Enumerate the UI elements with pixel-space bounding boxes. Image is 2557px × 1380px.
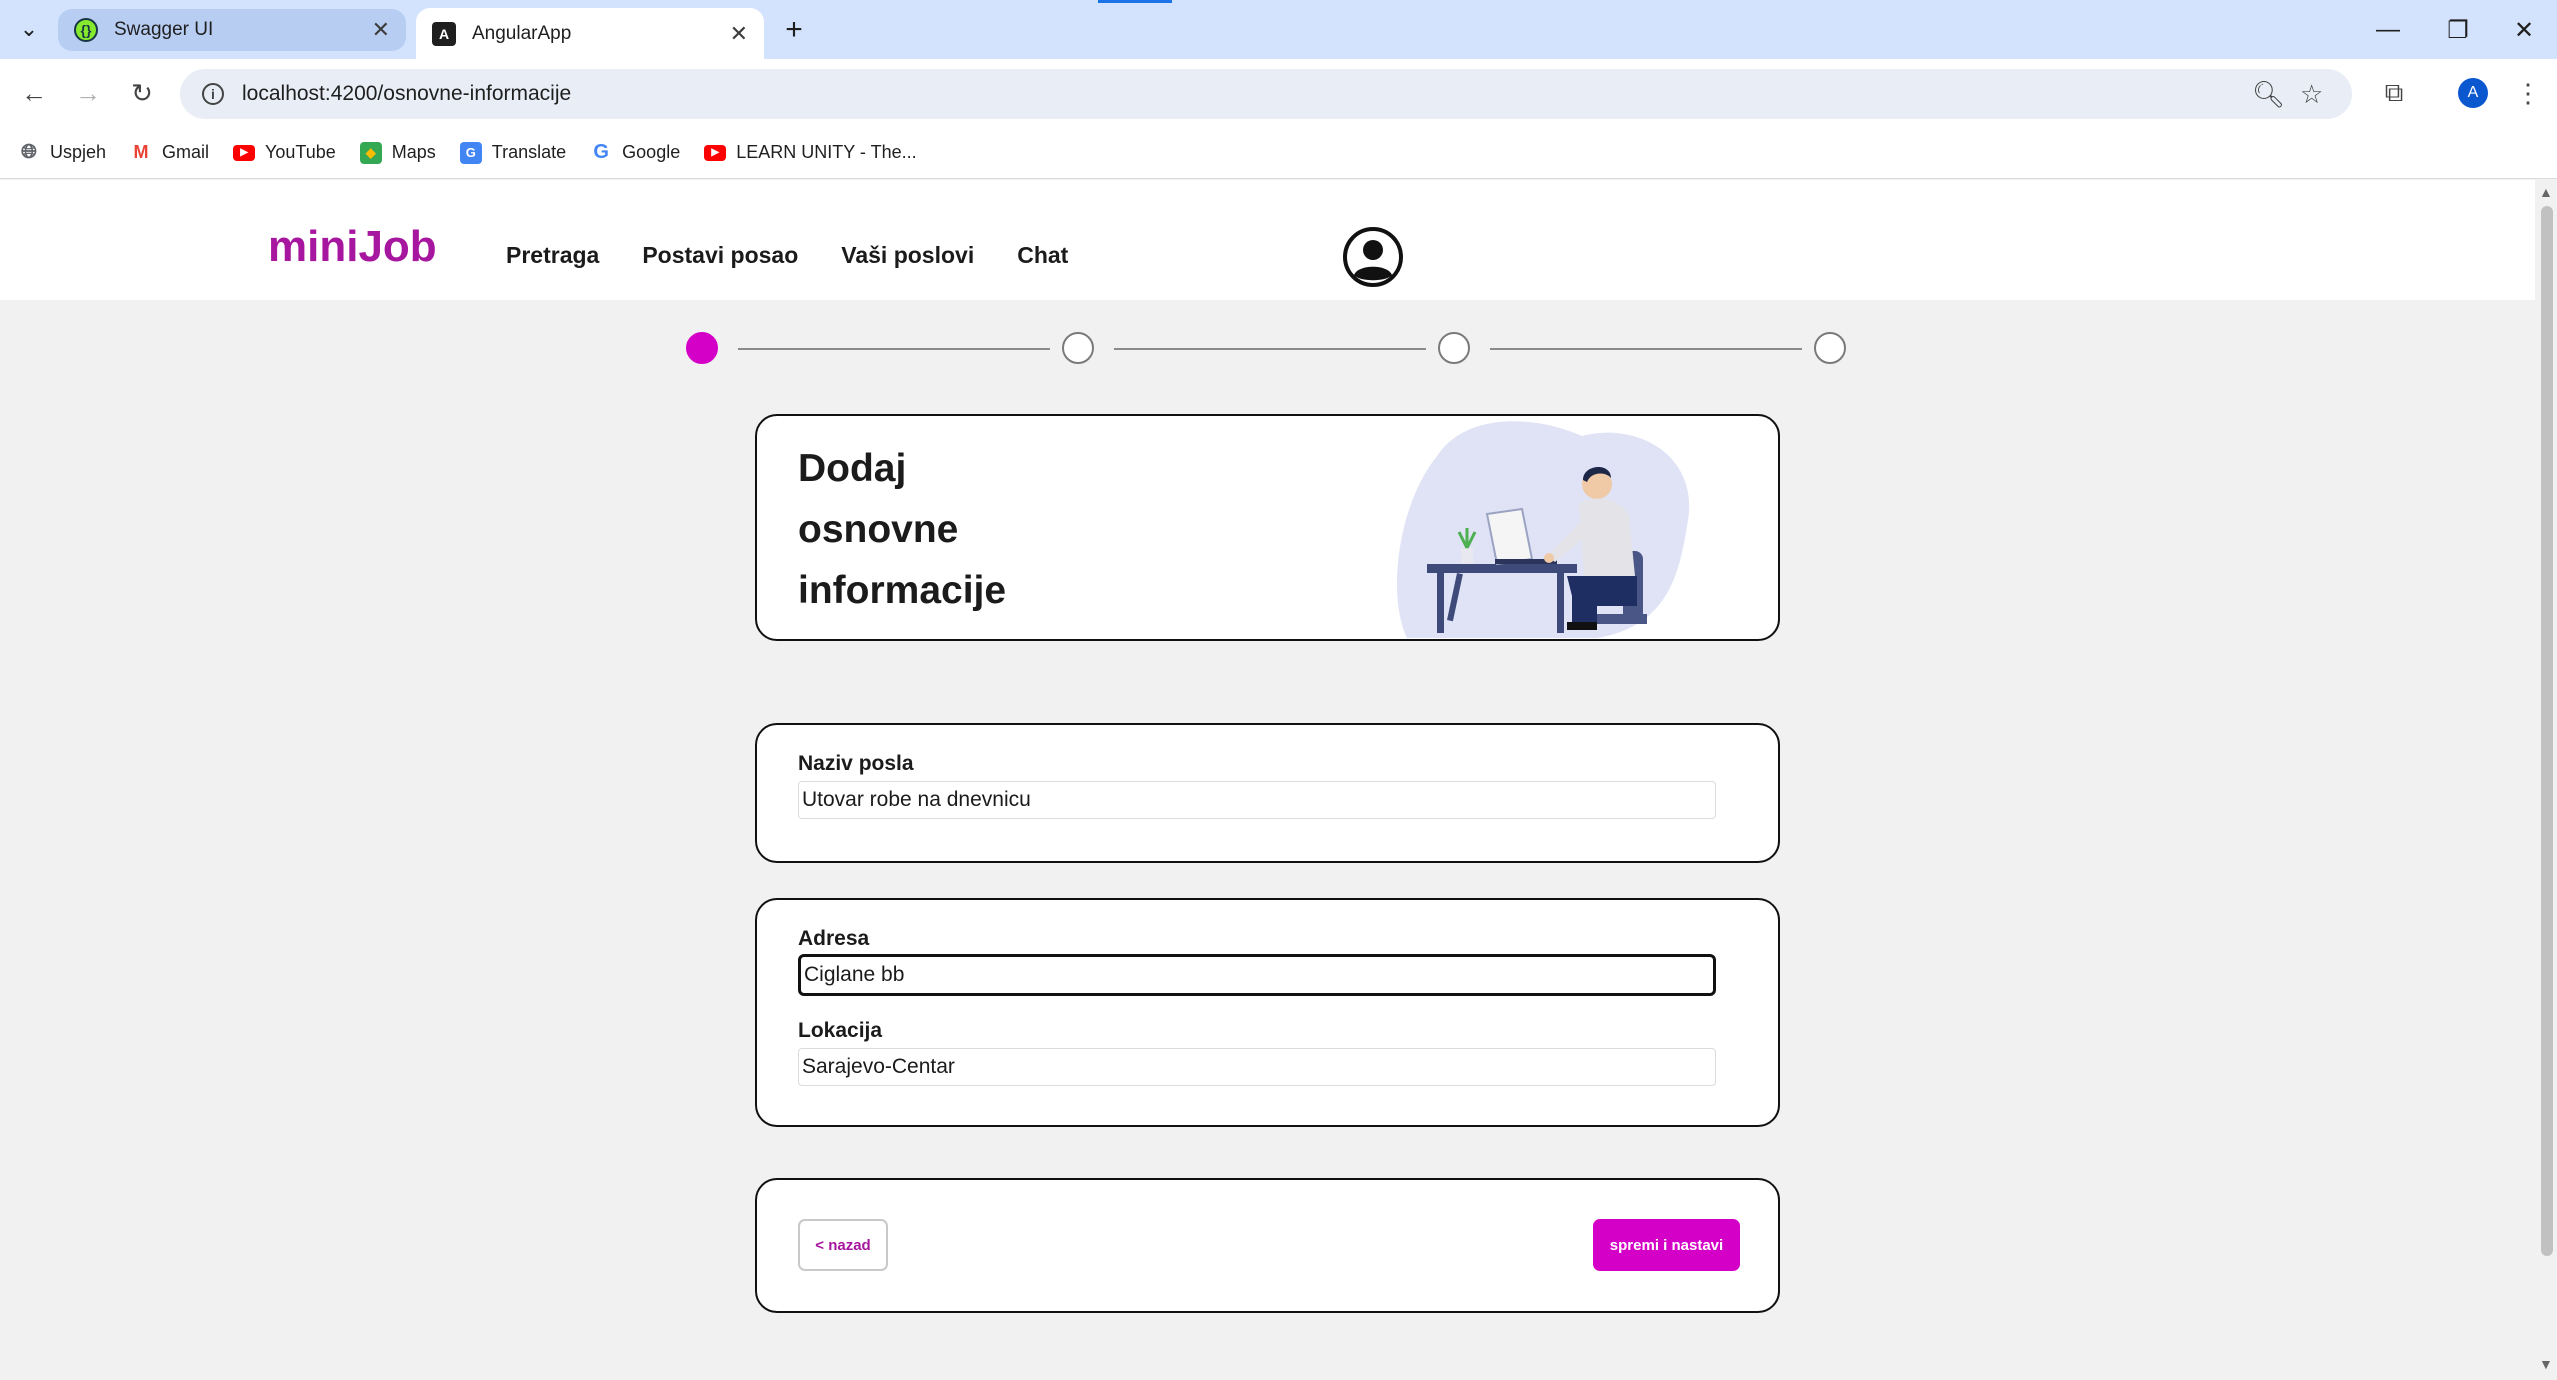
title-card: Dodaj osnovne informacije bbox=[755, 414, 1780, 641]
bookmark-maps[interactable]: ◆ Maps bbox=[359, 141, 436, 164]
location-label: Lokacija bbox=[798, 1019, 883, 1042]
gmail-icon: M bbox=[133, 142, 149, 162]
location-input[interactable] bbox=[798, 1048, 1716, 1086]
save-and-continue-button[interactable]: spremi i nastavi bbox=[1593, 1219, 1740, 1271]
nav-item-chat[interactable]: Chat bbox=[1017, 242, 1068, 269]
bookmark-label: Maps bbox=[391, 142, 436, 162]
job-name-input[interactable] bbox=[798, 781, 1716, 819]
app-logo[interactable]: miniJob bbox=[268, 222, 437, 272]
scroll-down-arrow-icon[interactable]: ▼ bbox=[2539, 1356, 2553, 1372]
translate-icon: G bbox=[459, 141, 482, 164]
bookmark-star-icon[interactable]: ☆ bbox=[2300, 69, 2323, 119]
nav-item-pretraga[interactable]: Pretraga bbox=[506, 242, 599, 269]
step-connector bbox=[1114, 348, 1426, 350]
page-title-line: osnovne bbox=[798, 508, 959, 551]
maps-icon: ◆ bbox=[359, 141, 382, 164]
scrollbar-thumb[interactable] bbox=[2541, 206, 2553, 1256]
browser-tab-swagger[interactable]: {} Swagger UI ✕ bbox=[58, 9, 406, 51]
minimize-icon[interactable]: — bbox=[2366, 8, 2410, 52]
nav-item-postavi-posao[interactable]: Postavi posao bbox=[642, 242, 798, 269]
bookmarks-bar: 🌐︎ Uspjeh M Gmail ▶ YouTube ◆ Maps G Tra… bbox=[0, 127, 2557, 179]
swagger-icon: {} bbox=[74, 18, 98, 42]
close-icon[interactable]: ✕ bbox=[730, 21, 748, 47]
window-close-icon[interactable]: ✕ bbox=[2502, 8, 2546, 52]
page-viewport: miniJob Pretraga Postavi posao Vaši posl… bbox=[0, 180, 2535, 1380]
job-name-card: Naziv posla bbox=[755, 723, 1780, 863]
page-title-line: Dodaj bbox=[798, 447, 907, 490]
forward-arrow-icon[interactable]: → bbox=[66, 71, 110, 115]
bookmark-label: Translate bbox=[491, 142, 567, 162]
restore-icon[interactable]: ❐ bbox=[2436, 8, 2480, 52]
back-arrow-icon[interactable]: ← bbox=[12, 71, 56, 115]
bookmark-uspjeh[interactable]: 🌐︎ Uspjeh bbox=[18, 141, 107, 164]
profile-avatar[interactable]: A bbox=[2458, 78, 2488, 108]
back-button[interactable]: < nazad bbox=[798, 1219, 888, 1271]
address-input[interactable] bbox=[798, 954, 1716, 996]
nav-item-vasi-poslovi[interactable]: Vaši poslovi bbox=[841, 242, 974, 269]
bookmark-label: Uspjeh bbox=[50, 142, 107, 162]
bookmark-translate[interactable]: G Translate bbox=[459, 141, 567, 164]
scroll-up-arrow-icon[interactable]: ▲ bbox=[2539, 184, 2553, 200]
job-name-label: Naziv posla bbox=[798, 752, 914, 775]
step-connector bbox=[1490, 348, 1802, 350]
tab-title: AngularApp bbox=[472, 22, 572, 44]
bookmark-learn-unity[interactable]: ▶ LEARN UNITY - The... bbox=[704, 142, 917, 163]
youtube-icon: ▶ bbox=[233, 144, 256, 161]
main-nav: Pretraga Postavi posao Vaši poslovi Chat bbox=[506, 242, 1111, 269]
address-card: Adresa Lokacija bbox=[755, 898, 1780, 1127]
more-menu-icon[interactable]: ⋮ bbox=[2506, 71, 2550, 115]
bookmark-gmail[interactable]: M Gmail bbox=[130, 142, 210, 164]
bookmark-youtube[interactable]: ▶ YouTube bbox=[233, 142, 336, 163]
new-tab-plus-icon[interactable]: + bbox=[776, 12, 812, 48]
address-bar[interactable]: i localhost:4200/osnovne-informacije 🔍︎ … bbox=[180, 69, 2352, 119]
step-2-indicator bbox=[1062, 332, 1094, 364]
page-title-line: informacije bbox=[798, 569, 1007, 612]
extensions-puzzle-icon[interactable]: ⧉ bbox=[2372, 71, 2416, 115]
reload-icon[interactable]: ↻ bbox=[120, 71, 164, 115]
bookmark-label: YouTube bbox=[265, 142, 336, 162]
step-3-indicator bbox=[1438, 332, 1470, 364]
step-4-indicator bbox=[1814, 332, 1846, 364]
google-icon: G bbox=[593, 141, 609, 163]
actions-card: < nazad spremi i nastavi bbox=[755, 1178, 1780, 1313]
person-at-desk-illustration bbox=[1397, 421, 1690, 638]
youtube-icon: ▶ bbox=[704, 144, 727, 161]
step-1-indicator bbox=[686, 332, 718, 364]
angular-icon: A bbox=[432, 21, 456, 46]
bookmark-label: Google bbox=[622, 142, 681, 162]
app-header: miniJob Pretraga Postavi posao Vaši posl… bbox=[0, 180, 2535, 300]
tab-search-chevron-icon[interactable]: ⌄ bbox=[10, 10, 48, 48]
progress-stepper bbox=[686, 332, 1850, 366]
step-connector bbox=[738, 348, 1050, 350]
tab-title: Swagger UI bbox=[114, 19, 214, 40]
site-info-icon[interactable]: i bbox=[202, 83, 224, 105]
globe-icon: 🌐︎ bbox=[21, 141, 37, 163]
bookmark-google[interactable]: G Google bbox=[590, 141, 681, 164]
browser-toolbar: ← → ↻ i localhost:4200/osnovne-informaci… bbox=[0, 59, 2557, 127]
loading-indicator bbox=[1098, 0, 1172, 3]
close-icon[interactable]: ✕ bbox=[372, 17, 390, 43]
page-scrollbar[interactable]: ▲ ▼ bbox=[2535, 180, 2557, 1380]
browser-tabstrip: ⌄ {} Swagger UI ✕ A AngularApp ✕ + — ❐ ✕ bbox=[0, 0, 2557, 59]
user-account-icon[interactable] bbox=[1342, 226, 1404, 288]
bookmark-label: Gmail bbox=[162, 142, 210, 162]
page-title: Dodaj osnovne informacije bbox=[798, 438, 1006, 621]
url-text: localhost:4200/osnovne-informacije bbox=[242, 82, 572, 105]
bookmark-label: LEARN UNITY - The... bbox=[736, 142, 917, 162]
zoom-icon[interactable]: 🔍︎ bbox=[2252, 69, 2285, 119]
address-label: Adresa bbox=[798, 927, 870, 950]
browser-tab-angularapp[interactable]: A AngularApp ✕ bbox=[416, 8, 764, 59]
